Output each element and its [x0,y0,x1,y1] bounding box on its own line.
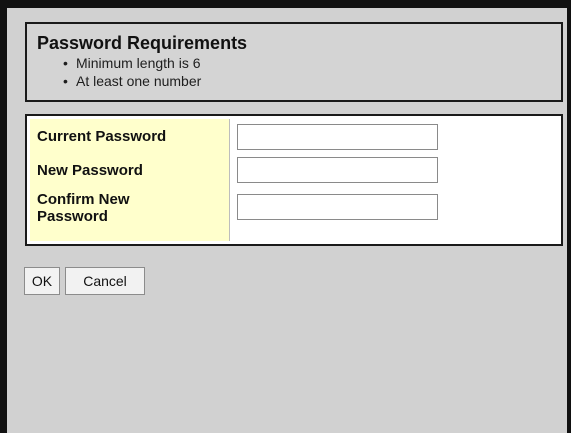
label-column: Current Password New Password Confirm Ne… [30,119,230,241]
bullet-icon: • [63,55,68,71]
requirement-text: Minimum length is 6 [76,55,201,71]
requirements-list: • Minimum length is 6 • At least one numbe… [37,54,561,90]
confirm-password-input[interactable] [237,194,438,220]
confirm-password-label-line2: Password [37,208,108,225]
requirement-item: • Minimum length is 6 [63,54,561,72]
requirements-title: Password Requirements [37,33,248,53]
new-password-label: New Password [37,162,143,179]
change-password-dialog: Password Requirements • Minimum length is… [0,0,571,433]
new-password-input[interactable] [237,157,438,183]
ok-button[interactable]: OK [24,267,60,295]
bullet-icon: • [63,73,68,89]
cancel-button[interactable]: Cancel [65,267,145,295]
current-password-label: Current Password [37,128,167,145]
current-password-input[interactable] [237,124,438,150]
requirement-text: At least one number [76,73,202,89]
confirm-password-label: Confirm New Password [37,191,130,225]
confirm-password-label-line1: Confirm New [37,191,130,208]
requirement-item: • At least one number [63,72,561,90]
password-requirements-panel: Password Requirements • Minimum length is… [25,22,563,102]
password-form: Current Password New Password Confirm Ne… [25,114,563,246]
